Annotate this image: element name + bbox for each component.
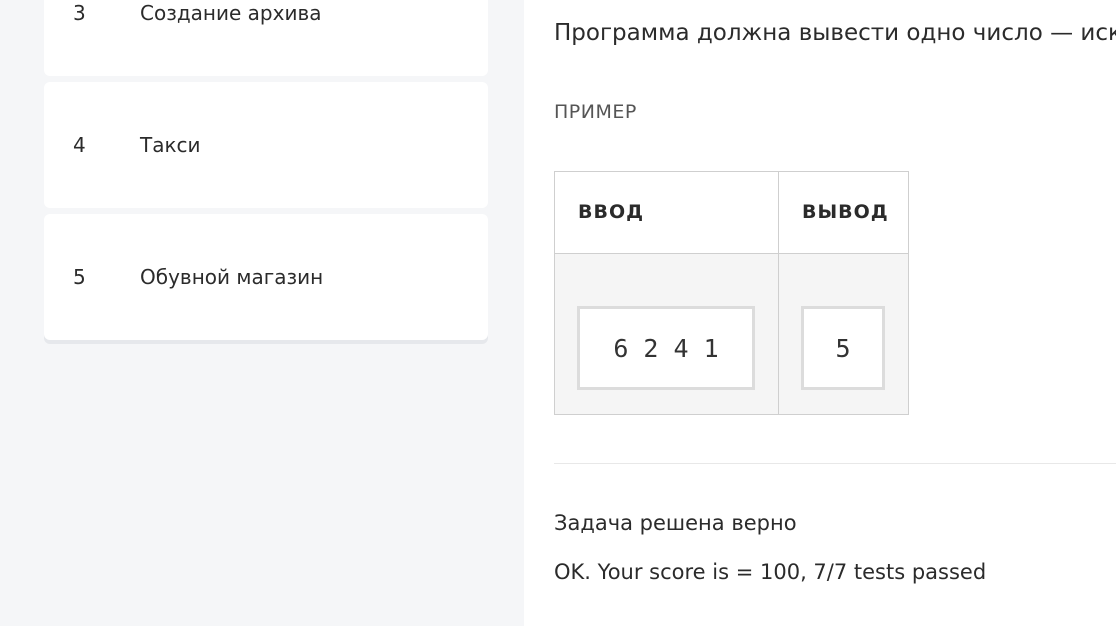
task-item-4[interactable]: 4 Такси	[44, 82, 488, 208]
example-table: ВВОД 6 2 4 1 ВЫВОД 5	[554, 171, 909, 415]
task-title: Обувной магазин	[140, 265, 324, 289]
task-sidebar: 3 Создание архива 4 Такси 5 Обувной мага…	[0, 0, 524, 626]
divider	[554, 463, 1116, 464]
input-header: ВВОД	[555, 172, 778, 254]
task-number: 4	[73, 133, 86, 157]
result-details: OK. Your score is = 100, 7/7 tests passe…	[554, 560, 987, 584]
output-cell: 5	[779, 254, 908, 414]
input-cell: 6 2 4 1	[555, 254, 778, 414]
output-code-box[interactable]: 5	[801, 306, 885, 390]
problem-content: Программа должна вывести одно число — ис…	[524, 0, 1116, 626]
task-title: Такси	[140, 133, 201, 157]
example-label: ПРИМЕР	[554, 101, 637, 123]
output-column: ВЫВОД 5	[779, 172, 908, 414]
task-number: 3	[73, 1, 86, 25]
input-column: ВВОД 6 2 4 1	[555, 172, 779, 414]
input-code-box[interactable]: 6 2 4 1	[577, 306, 755, 390]
task-title: Создание архива	[140, 1, 322, 25]
output-header: ВЫВОД	[779, 172, 908, 254]
result-status: Задача решена верно	[554, 511, 797, 535]
output-description: Программа должна вывести одно число — ис…	[554, 20, 1116, 46]
task-item-3[interactable]: 3 Создание архива	[44, 0, 488, 76]
task-number: 5	[73, 265, 86, 289]
task-item-5[interactable]: 5 Обувной магазин	[44, 214, 488, 340]
